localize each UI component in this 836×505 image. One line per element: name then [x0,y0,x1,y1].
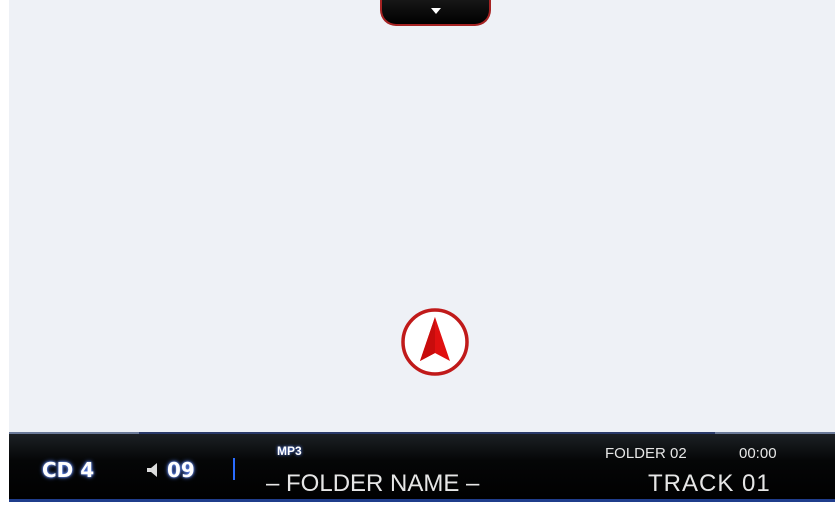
format-badge: MP3 [277,444,302,458]
source-label: CD 4 [42,458,95,482]
volume-value: 09 [167,458,195,482]
elapsed-time: 00:00 [739,445,777,462]
bottom-accent-line [9,499,835,502]
divider [233,458,235,480]
speaker-icon [147,463,157,477]
track-number: TRACK 01 [648,470,771,497]
folder-number: FOLDER 02 [605,445,687,462]
map-view[interactable] [9,0,835,432]
status-bar-highlight-right [715,432,835,434]
head-unit-screen: CD 4 09 MP3 – FOLDER NAME – FOLDER 02 00… [0,0,836,505]
chevron-down-icon [430,8,441,14]
folder-name: – FOLDER NAME – [266,470,480,497]
audio-status-bar[interactable]: CD 4 09 MP3 – FOLDER NAME – FOLDER 02 00… [9,432,835,501]
status-bar-highlight-left [9,432,139,434]
vehicle-position-arrow-icon [401,308,469,376]
pulldown-tab[interactable] [380,0,491,26]
